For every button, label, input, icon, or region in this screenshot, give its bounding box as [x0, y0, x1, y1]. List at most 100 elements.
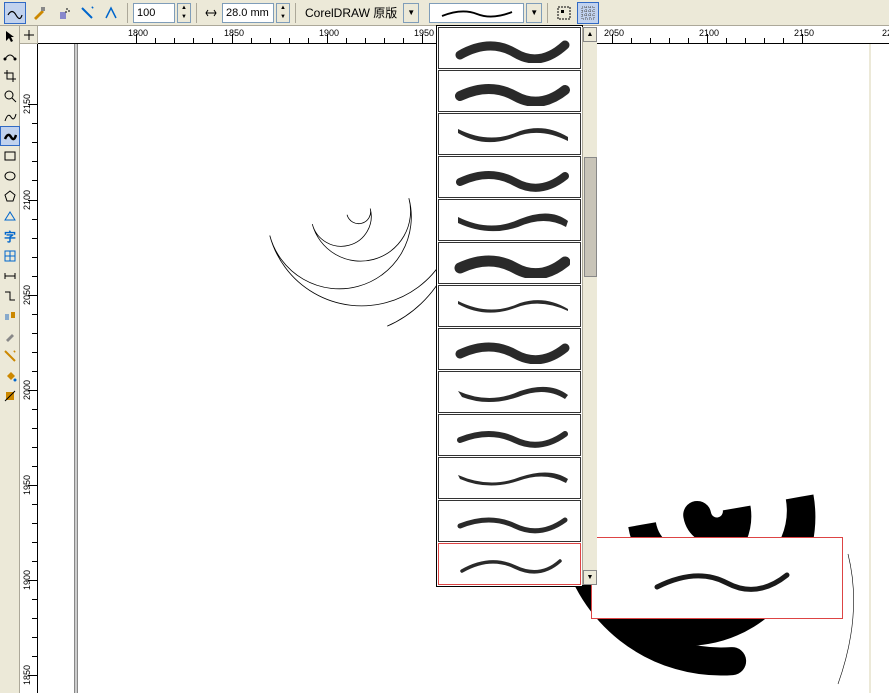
ruler-tick: 1800	[128, 28, 148, 38]
connector-tool[interactable]	[0, 286, 20, 306]
stroke-preset-item[interactable]	[438, 371, 581, 413]
text-tool[interactable]: 字	[0, 226, 20, 246]
stroke-preset-preview-popout	[591, 537, 843, 619]
stroke-preset-item[interactable]	[438, 113, 581, 155]
brush-mode-btn[interactable]	[28, 2, 50, 24]
ruler-origin[interactable]	[20, 26, 38, 44]
preset-collection-dropdown[interactable]: ▼	[403, 3, 419, 23]
nib-size-spinner[interactable]: ▲▼	[276, 3, 290, 23]
stroke-list-scrollbar[interactable]: ▲ ▼	[582, 27, 597, 585]
stroke-preset-item[interactable]	[438, 199, 581, 241]
preset-stroke-icon	[7, 5, 23, 21]
smoothing-input[interactable]	[133, 3, 175, 23]
width-icon	[204, 6, 218, 20]
table-tool[interactable]	[0, 246, 20, 266]
ruler-tick: 1900	[319, 28, 339, 38]
zoom-tool[interactable]	[0, 86, 20, 106]
vertical-ruler[interactable]: 2150 2100 2050 2000 1950 1900 1850	[20, 44, 38, 693]
outline-icon	[3, 349, 17, 363]
pressure-icon	[103, 5, 119, 21]
stroke-preset-dropdown-arrow[interactable]: ▼	[526, 3, 542, 23]
crop-tool[interactable]	[0, 66, 20, 86]
basic-shapes-tool[interactable]	[0, 206, 20, 226]
spin-up-icon[interactable]: ▲	[178, 4, 190, 13]
sprayer-mode-btn[interactable]	[52, 2, 74, 24]
stroke-preset-item[interactable]	[438, 285, 581, 327]
nib-size-icon-btn	[202, 2, 220, 24]
ruler-tick: 1850	[224, 28, 244, 38]
stroke-preset-item[interactable]	[438, 500, 581, 542]
separator	[196, 3, 197, 23]
scroll-down-btn[interactable]: ▼	[583, 570, 597, 585]
spin-down-icon[interactable]: ▼	[178, 13, 190, 22]
interactive-fill-tool[interactable]	[0, 386, 20, 406]
stroke-preset-item[interactable]	[438, 242, 581, 284]
artistic-media-icon	[3, 129, 17, 143]
stroke-preset-preview[interactable]	[429, 3, 524, 23]
eyedropper-icon	[3, 329, 17, 343]
ruler-tick: 2100	[699, 28, 719, 38]
separator	[547, 3, 548, 23]
stroke-preset-item[interactable]	[438, 70, 581, 112]
shapes-icon	[3, 209, 17, 223]
stroke-preset-item[interactable]	[438, 156, 581, 198]
snap-grid-icon	[580, 5, 596, 21]
property-bar: ▲▼ ▲▼ CorelDRAW 原版 ▼ ▼	[0, 0, 889, 26]
calligraphic-icon	[79, 5, 95, 21]
blend-icon	[3, 309, 17, 323]
ellipse-icon	[3, 169, 17, 183]
stroke-preset-item[interactable]	[438, 414, 581, 456]
scrollbar-v-gutter	[869, 44, 871, 693]
spin-down-icon[interactable]: ▼	[277, 13, 289, 22]
page-edge	[74, 44, 78, 693]
eyedropper-tool[interactable]	[0, 326, 20, 346]
ruler-tick: 2050	[604, 28, 624, 38]
stroke-preset-list: ▲ ▼	[436, 25, 583, 587]
text-icon: 字	[4, 228, 16, 245]
origin-icon	[24, 30, 34, 40]
preset-stroke-mode-btn[interactable]	[4, 2, 26, 24]
pressure-mode-btn[interactable]	[100, 2, 122, 24]
scroll-thumb[interactable]	[584, 157, 597, 277]
calligraphic-mode-btn[interactable]	[76, 2, 98, 24]
separator	[127, 3, 128, 23]
ellipse-tool[interactable]	[0, 166, 20, 186]
rectangle-tool[interactable]	[0, 146, 20, 166]
smoothing-spinner[interactable]: ▲▼	[177, 3, 191, 23]
bounding-box-icon	[556, 5, 572, 21]
snap-grid-btn[interactable]	[577, 2, 599, 24]
stroke-preset-item[interactable]	[438, 27, 581, 69]
interactive-blend-tool[interactable]	[0, 306, 20, 326]
shape-icon	[3, 49, 17, 63]
nib-size-input[interactable]	[222, 3, 274, 23]
ruler-tick: 2150	[794, 28, 814, 38]
fill-tool[interactable]	[0, 366, 20, 386]
outline-tool[interactable]	[0, 346, 20, 366]
pick-tool[interactable]	[0, 26, 20, 46]
ruler-tick: 1950	[414, 28, 434, 38]
spin-up-icon[interactable]: ▲	[277, 4, 289, 13]
pick-icon	[3, 29, 17, 43]
stroke-preset-item-selected[interactable]	[438, 543, 581, 585]
separator	[295, 3, 296, 23]
toolbox: 字	[0, 26, 20, 693]
dimension-tool[interactable]	[0, 266, 20, 286]
stroke-preset-item[interactable]	[438, 457, 581, 499]
freehand-tool[interactable]	[0, 106, 20, 126]
polygon-tool[interactable]	[0, 186, 20, 206]
table-icon	[3, 249, 17, 263]
scroll-up-btn[interactable]: ▲	[583, 27, 597, 42]
crop-icon	[3, 69, 17, 83]
dimension-icon	[3, 269, 17, 283]
stroke-preset-item[interactable]	[438, 328, 581, 370]
bounding-box-btn[interactable]	[553, 2, 575, 24]
interactive-fill-icon	[3, 389, 17, 403]
fill-icon	[3, 369, 17, 383]
rectangle-icon	[3, 149, 17, 163]
stroke-preview-icon	[437, 6, 517, 20]
stroke-preview-large-icon	[617, 553, 817, 603]
shape-tool[interactable]	[0, 46, 20, 66]
ruler-tick: 2200	[882, 28, 889, 38]
brush-icon	[31, 5, 47, 21]
artistic-media-tool[interactable]	[0, 126, 20, 146]
